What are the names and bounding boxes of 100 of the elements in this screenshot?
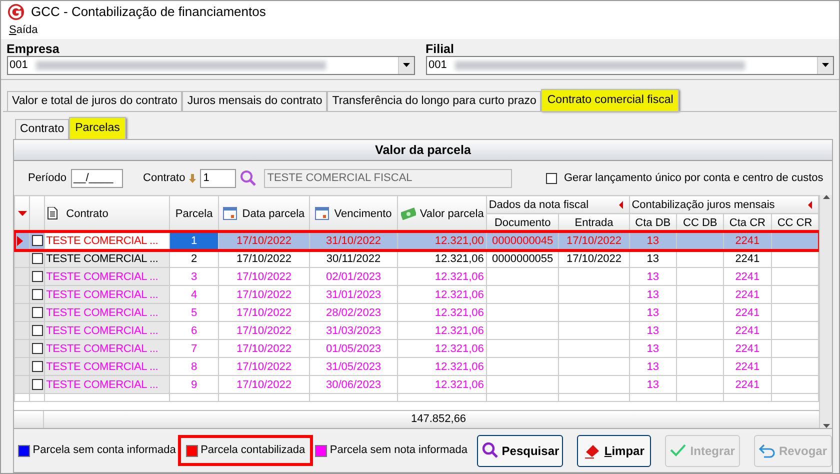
table-cell: 17/10/2022 [218,250,310,268]
tab[interactable]: Parcelas [69,117,126,139]
field-label: Filial [426,42,455,56]
sort-indicator-icon [18,211,27,216]
checkbox[interactable] [32,361,44,372]
collapse-arrow-icon [618,200,623,208]
tab[interactable]: Transferência do longo para curto prazo [327,91,542,111]
table-cell: 13 [629,232,677,250]
row-pointer-icon [17,236,23,246]
calendar-icon [223,207,238,220]
table-cell: 2 [169,250,219,268]
table-cell: 12.321,06 [398,376,486,394]
table-cell: 13 [629,358,677,376]
table-cell: 2241 [724,358,772,376]
table-cell: 2241 [724,376,772,394]
table-cell: 17/10/2022 [558,250,630,268]
table-cell: 02/01/2023 [309,268,398,286]
table-cell: TESTE COMERCIAL ... [44,322,170,340]
table-cell: TESTE COMERCIAL ... [44,358,170,376]
table-cell: 2241 [724,286,772,304]
table-cell: 17/10/2022 [218,268,310,286]
table-cell: TESTE COMERCIAL ... [44,286,170,304]
table-cell: 12.321,06 [398,268,486,286]
table-cell: 31/01/2023 [309,286,398,304]
table-cell: 13 [629,322,677,340]
checkbox[interactable] [32,307,44,318]
field-label: Empresa [6,42,60,56]
table-cell: 12.321,06 [398,322,486,340]
table-cell: 2241 [724,250,772,268]
table-cell: 7 [169,340,219,358]
tab[interactable]: Valor e total de juros do contrato [7,91,182,111]
column-header[interactable]: Valor parcela [398,196,486,232]
table-cell: 17/10/2022 [218,322,310,340]
table-cell: 17/10/2022 [558,232,630,250]
checkbox[interactable] [32,289,44,300]
tab[interactable]: Juros mensais do contrato [182,91,328,111]
table-cell: 31/10/2022 [309,232,398,250]
check-icon [670,442,686,459]
column-group-header: Dados da nota fiscal [488,198,589,212]
table-cell: 30/06/2023 [309,376,398,394]
column-header[interactable]: Contrato [44,196,170,232]
table-cell: 13 [629,268,677,286]
checkbox[interactable] [32,253,44,264]
table-cell: 12.321,06 [398,250,486,268]
action-button[interactable]: Limpar [577,434,652,466]
table-cell: 17/10/2022 [218,340,310,358]
table-row[interactable]: TESTE COMERCIAL ... 1 17/10/2022 31/10/2022 12.321,00 0000000045 17/10/2022 13 2241 [14,232,818,250]
action-button[interactable]: Pesquisar [477,434,564,466]
period-field[interactable]: __/____ [70,168,123,188]
window-title: GCC - Contabilização de financiamentos [31,2,266,21]
column-group-header: Contabilização juros mensais [632,198,775,212]
table-cell: TESTE COMERCIAL ... [44,304,170,322]
collapse-arrow-icon [808,200,812,208]
checkbox-label: Gerar lançamento único por conta e centro de custos [564,170,824,186]
table-cell: 13 [629,376,677,394]
table-cell: 28/02/2023 [309,304,398,322]
checkbox[interactable] [546,172,558,184]
table-cell: 2241 [724,232,772,250]
column-header[interactable]: Parcela [169,196,219,232]
tab[interactable]: Contrato comercial fiscal [541,89,680,111]
checkbox[interactable] [32,325,44,336]
table-cell: 17/10/2022 [218,358,310,376]
table-cell: 31/05/2023 [309,358,398,376]
checkbox[interactable] [32,235,44,246]
scroll-up-icon [822,195,830,199]
money-icon [400,207,416,220]
contract-field[interactable]: 1 [200,168,236,188]
scrollbar[interactable] [819,195,832,428]
table-cell: 12.321,06 [398,304,486,322]
table-cell: 12.321,06 [398,340,486,358]
table-cell: 0000000045 [486,232,559,250]
column-header[interactable]: Data parcela [218,196,310,232]
table-cell: 13 [629,286,677,304]
checkbox[interactable] [32,343,44,354]
table-row[interactable]: TESTE COMERCIAL ... 2 17/10/2022 30/11/2022 12.321,06 0000000055 17/10/2022 13 2241 [14,250,818,268]
field-label: Período [28,170,67,186]
table-cell: 2241 [724,304,772,322]
checkbox[interactable] [32,271,44,282]
calendar-icon [315,207,330,220]
menu-item[interactable]: Saída [9,22,38,39]
checkbox[interactable] [32,379,44,390]
table-cell: 4 [169,286,219,304]
tab[interactable]: Contrato [15,119,70,139]
scroll-down-icon [822,424,830,428]
table-cell: TESTE COMERCIAL ... [44,340,170,358]
table-cell: 17/10/2022 [218,232,310,250]
group-header: Valor da parcela [14,140,832,161]
field-label: Contrato [143,170,186,186]
column-header[interactable]: Vencimento [309,196,398,232]
company-dropdown[interactable]: 001 [426,56,834,75]
dropdown-arrow-icon [402,63,410,68]
table-cell: 12.321,00 [398,232,486,250]
eraser-icon [584,442,600,459]
table-cell: 12.321,06 [398,358,486,376]
table-cell: 2241 [724,268,772,286]
legend-label: Parcela sem conta informada [32,443,176,458]
table-cell: 13 [629,250,677,268]
company-dropdown[interactable]: 001 [6,56,414,75]
table-cell: 01/05/2023 [309,340,398,358]
legend-label: Parcela sem nota informada [330,443,468,458]
